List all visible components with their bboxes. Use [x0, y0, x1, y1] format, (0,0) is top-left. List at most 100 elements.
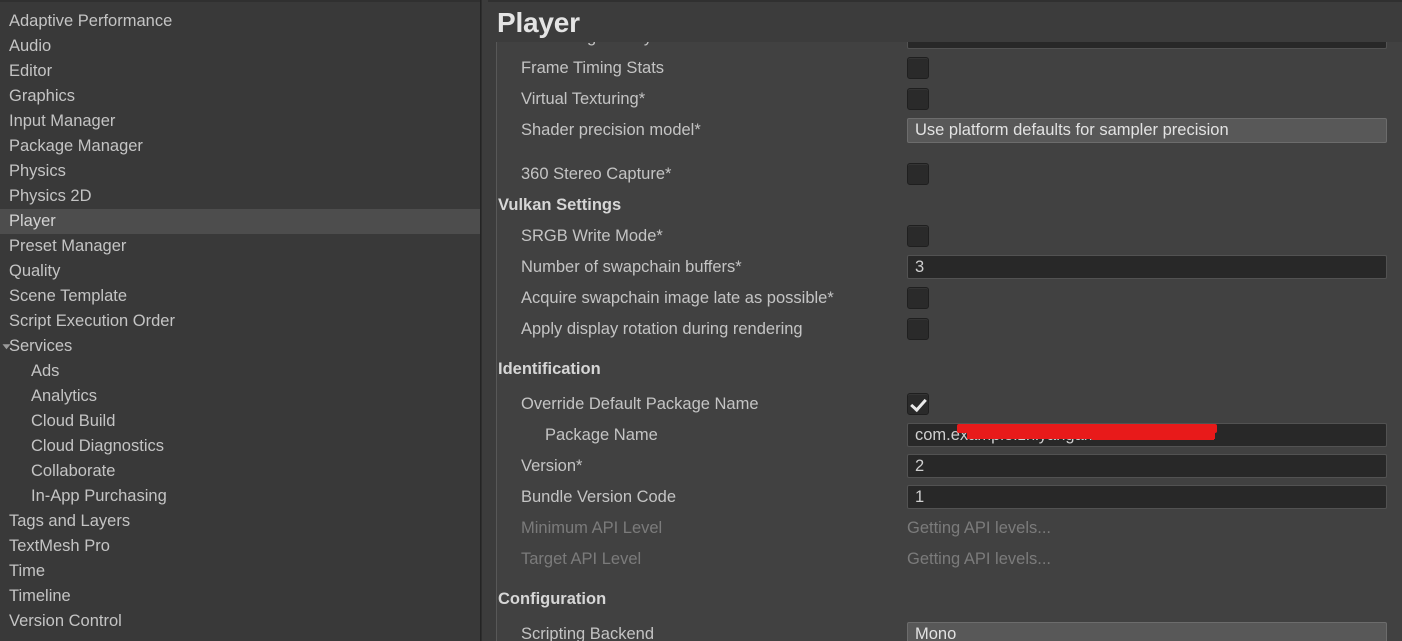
- expanded-triangle-icon[interactable]: [0, 334, 13, 359]
- sidebar-item-label: Collaborate: [31, 459, 115, 484]
- version-field-wrap: 2: [907, 451, 1387, 478]
- version-input[interactable]: 2: [907, 454, 1387, 478]
- stereo-capture-field-wrap: [907, 159, 929, 185]
- sidebar-item-ads[interactable]: Ads: [0, 359, 481, 384]
- frame-timing-stats-checkbox[interactable]: [907, 57, 929, 79]
- row-swapchain-buffers: Number of swapchain buffers* 3: [497, 252, 1402, 283]
- stereo-capture-checkbox[interactable]: [907, 163, 929, 185]
- sidebar-item-package-manager[interactable]: Package Manager: [0, 134, 481, 159]
- minimum-api-level-field-wrap: Getting API levels...: [907, 513, 1051, 544]
- sidebar-item-script-execution-order[interactable]: Script Execution Order: [0, 309, 481, 334]
- row-shader-precision-model: Shader precision model* Use platform def…: [497, 115, 1402, 146]
- sidebar-item-in-app-purchasing[interactable]: In-App Purchasing: [0, 484, 481, 509]
- row-configuration-header: Configuration: [497, 575, 1402, 619]
- sidebar-item-label: Physics 2D: [9, 184, 92, 209]
- minimum-api-level-value: Getting API levels...: [907, 513, 1051, 544]
- target-api-level-field-wrap: Getting API levels...: [907, 544, 1051, 575]
- unity-project-settings-window: Adaptive PerformanceAudioEditorGraphicsI…: [0, 0, 1402, 641]
- frame-timing-stats-field-wrap: [907, 53, 929, 79]
- sidebar-item-label: Analytics: [31, 384, 97, 409]
- sidebar-item-label: Audio: [9, 34, 51, 59]
- scripting-backend-label: Scripting Backend: [521, 619, 654, 641]
- override-package-name-checkbox[interactable]: [907, 393, 929, 415]
- swapchain-buffers-field-wrap: 3: [907, 252, 1387, 279]
- bundle-version-code-field-wrap: 1: [907, 482, 1387, 509]
- srgb-write-mode-checkbox[interactable]: [907, 225, 929, 247]
- shader-precision-model-dropdown[interactable]: Use platform defaults for sampler precis…: [907, 118, 1387, 143]
- row-override-default-package-name: Override Default Package Name: [497, 389, 1402, 420]
- sidebar-top-divider: [0, 0, 481, 2]
- sidebar-item-time[interactable]: Time: [0, 559, 481, 584]
- row-target-api-level: Target API Level Getting API levels...: [497, 544, 1402, 575]
- row-vulkan-settings-header: Vulkan Settings: [497, 190, 1402, 221]
- stereo-capture-label: 360 Stereo Capture*: [521, 159, 671, 190]
- row-version: Version* 2: [497, 451, 1402, 482]
- version-label: Version*: [521, 451, 582, 482]
- sidebar-item-preset-manager[interactable]: Preset Manager: [0, 234, 481, 259]
- sidebar-item-input-manager[interactable]: Input Manager: [0, 109, 481, 134]
- row-srgb-write-mode: SRGB Write Mode*: [497, 221, 1402, 252]
- sidebar-item-services[interactable]: Services: [0, 334, 481, 359]
- sidebar-item-label: Preset Manager: [9, 234, 126, 259]
- sidebar-item-cloud-build[interactable]: Cloud Build: [0, 409, 481, 434]
- sidebar-item-collaborate[interactable]: Collaborate: [0, 459, 481, 484]
- apply-rotation-checkbox[interactable]: [907, 318, 929, 340]
- sidebar-item-label: Cloud Diagnostics: [31, 434, 164, 459]
- settings-category-list: Adaptive PerformanceAudioEditorGraphicsI…: [0, 9, 481, 634]
- player-settings-panel: Player Streaming Priority 0 Frame Timing…: [481, 0, 1402, 641]
- package-name-input[interactable]: com.example.zhiyangame.huawei: [907, 423, 1387, 447]
- swapchain-buffers-input[interactable]: 3: [907, 255, 1387, 279]
- bundle-version-code-input[interactable]: 1: [907, 485, 1387, 509]
- sidebar-item-editor[interactable]: Editor: [0, 59, 481, 84]
- sidebar-item-label: Timeline: [9, 584, 71, 609]
- sidebar-item-label: Version Control: [9, 609, 122, 634]
- panel-left-rail: [481, 0, 488, 641]
- sidebar-item-adaptive-performance[interactable]: Adaptive Performance: [0, 9, 481, 34]
- row-bundle-version-code: Bundle Version Code 1: [497, 482, 1402, 513]
- sidebar-item-audio[interactable]: Audio: [0, 34, 481, 59]
- sidebar-item-quality[interactable]: Quality: [0, 259, 481, 284]
- bundle-version-code-label: Bundle Version Code: [521, 482, 676, 513]
- sidebar-item-graphics[interactable]: Graphics: [0, 84, 481, 109]
- sidebar-item-label: Tags and Layers: [9, 509, 130, 534]
- sidebar-item-tags-and-layers[interactable]: Tags and Layers: [0, 509, 481, 534]
- settings-category-sidebar: Adaptive PerformanceAudioEditorGraphicsI…: [0, 0, 481, 641]
- sidebar-item-label: Quality: [9, 259, 60, 284]
- row-scripting-backend: Scripting Backend Mono: [497, 619, 1402, 641]
- frame-timing-stats-label: Frame Timing Stats: [521, 53, 664, 84]
- row-virtual-texturing: Virtual Texturing*: [497, 84, 1402, 115]
- sidebar-item-scene-template[interactable]: Scene Template: [0, 284, 481, 309]
- sidebar-item-analytics[interactable]: Analytics: [0, 384, 481, 409]
- override-package-name-field-wrap: [907, 389, 929, 415]
- player-settings-content: Streaming Priority 0 Frame Timing Stats …: [497, 42, 1402, 641]
- sidebar-item-label: TextMesh Pro: [9, 534, 110, 559]
- streaming-priority-label: Streaming Priority: [521, 42, 652, 53]
- apply-rotation-field-wrap: [907, 314, 929, 340]
- sidebar-item-version-control[interactable]: Version Control: [0, 609, 481, 634]
- row-streaming-priority: Streaming Priority 0: [497, 42, 1402, 53]
- configuration-header: Configuration: [498, 584, 606, 615]
- sidebar-item-label: Ads: [31, 359, 59, 384]
- streaming-priority-field-wrap: 0: [907, 42, 1387, 49]
- streaming-priority-input[interactable]: 0: [907, 42, 1387, 49]
- scripting-backend-dropdown[interactable]: Mono: [907, 622, 1387, 641]
- page-title: Player: [497, 4, 580, 42]
- sidebar-item-timeline[interactable]: Timeline: [0, 584, 481, 609]
- sidebar-item-cloud-diagnostics[interactable]: Cloud Diagnostics: [0, 434, 481, 459]
- apply-rotation-label: Apply display rotation during rendering: [521, 314, 803, 345]
- package-name-field-wrap: com.example.zhiyangame.huawei: [907, 420, 1387, 447]
- sidebar-item-player[interactable]: Player: [0, 209, 481, 234]
- sidebar-item-physics-2d[interactable]: Physics 2D: [0, 184, 481, 209]
- virtual-texturing-label: Virtual Texturing*: [521, 84, 645, 115]
- player-settings-scroll-area[interactable]: Streaming Priority 0 Frame Timing Stats …: [496, 42, 1402, 641]
- virtual-texturing-checkbox[interactable]: [907, 88, 929, 110]
- minimum-api-level-label: Minimum API Level: [521, 513, 662, 544]
- sidebar-item-label: Input Manager: [9, 109, 115, 134]
- sidebar-item-label: In-App Purchasing: [31, 484, 167, 509]
- sidebar-item-label: Player: [9, 209, 56, 234]
- row-package-name: Package Name com.example.zhiyangame.huaw…: [497, 420, 1402, 451]
- sidebar-item-textmesh-pro[interactable]: TextMesh Pro: [0, 534, 481, 559]
- acquire-swapchain-checkbox[interactable]: [907, 287, 929, 309]
- srgb-write-mode-field-wrap: [907, 221, 929, 247]
- sidebar-item-physics[interactable]: Physics: [0, 159, 481, 184]
